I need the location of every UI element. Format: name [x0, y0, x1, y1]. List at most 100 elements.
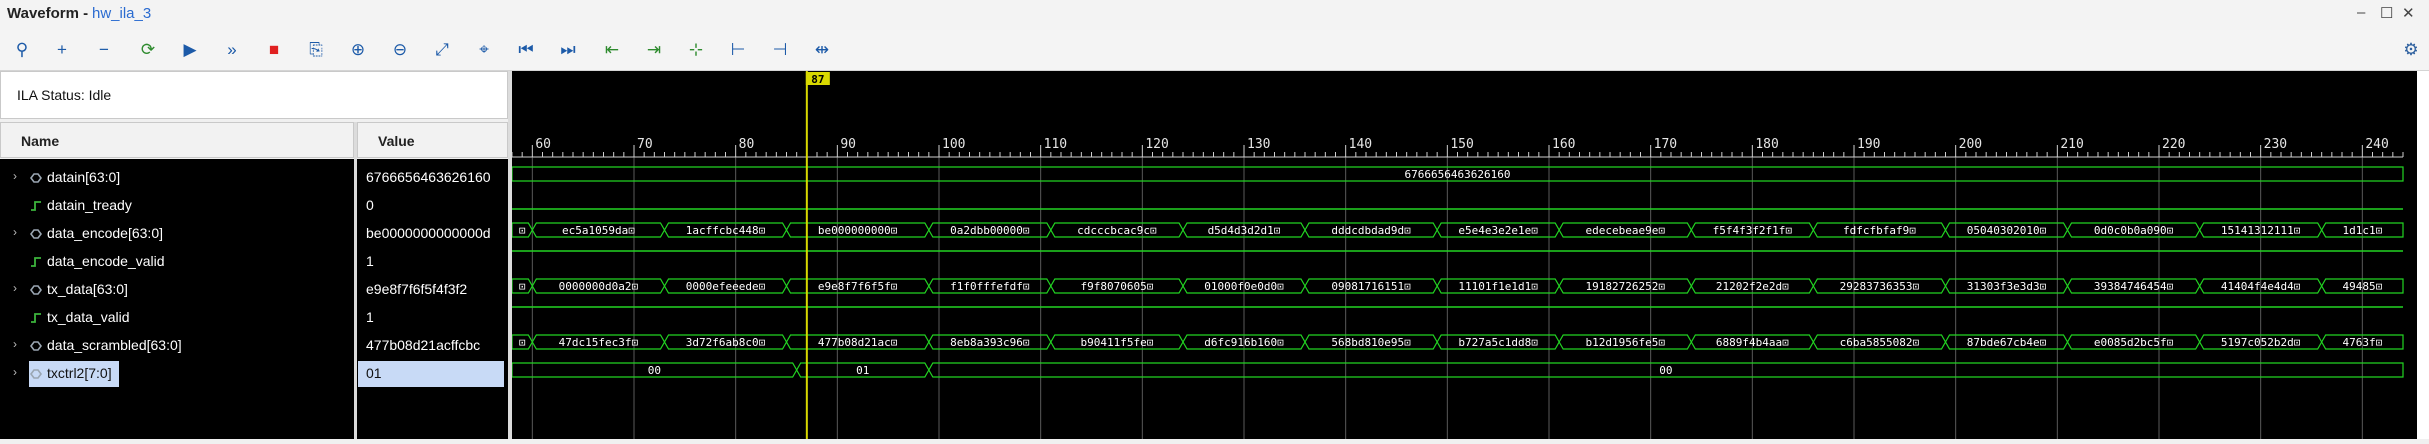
value-row[interactable]: 1: [357, 304, 508, 332]
expand-chevron-icon[interactable]: ›: [13, 225, 17, 239]
zoom-in-icon[interactable]: ⊕: [344, 36, 372, 64]
wire-signal-icon: [30, 199, 42, 211]
maximize-icon[interactable]: ☐: [2380, 4, 2393, 22]
value-row[interactable]: 477b08d21acffcbc: [357, 332, 508, 360]
signal-value: 477b08d21acffcbc: [366, 337, 481, 353]
previous-marker-icon[interactable]: ⊢: [724, 36, 752, 64]
signal-row[interactable]: tx_data_valid: [0, 304, 354, 332]
bus-value-label: 09081716151⊡: [1331, 280, 1410, 293]
time-tick-label: 190: [1857, 137, 1880, 152]
time-tick-label: 160: [1552, 137, 1575, 152]
close-icon[interactable]: ✕: [2402, 4, 2415, 22]
bus-value-label: f5f4f3f2f1f⊡: [1713, 224, 1792, 237]
next-transition-icon[interactable]: ⇥: [640, 36, 668, 64]
bus-value-label: 1acffcbc448⊡: [686, 224, 765, 237]
refresh-icon[interactable]: ⟳: [134, 36, 162, 64]
next-marker-icon[interactable]: ⊣: [766, 36, 794, 64]
bus-value-label: 8eb8a393c96⊡: [950, 336, 1029, 349]
time-tick-label: 200: [1959, 137, 1982, 152]
bus-value-label: c6ba5855082⊡: [1840, 336, 1919, 349]
window-title: Waveform -: [7, 5, 89, 22]
bus-value-label: be000000000⊡: [818, 224, 897, 237]
signal-value: 01: [366, 365, 382, 381]
gear-icon[interactable]: ⚙: [2397, 36, 2425, 64]
signal-name: data_scrambled[63:0]: [47, 337, 182, 353]
bus-value-label: f9f8070605⊡: [1080, 280, 1153, 293]
bus-value-label: 19182726252⊡: [1586, 280, 1665, 293]
remove-icon[interactable]: −: [90, 36, 118, 64]
bus-value-label: ⊡: [519, 336, 526, 349]
signal-name: tx_data[63:0]: [47, 281, 128, 297]
bus-value-label: 49485⊡: [2342, 280, 2382, 293]
expand-chevron-icon[interactable]: ›: [13, 169, 17, 183]
bus-value-label: 39384746454⊡: [2094, 280, 2173, 293]
bus-value-label: ⊡: [519, 224, 526, 237]
bus-signal-icon: [30, 227, 42, 239]
bus-value-label: 87bde67cb4e⊡: [1967, 336, 2046, 349]
name-column-header[interactable]: Name: [0, 122, 354, 158]
bus-value-label: 11101f1e1d1⊡: [1458, 280, 1537, 293]
signal-row[interactable]: › tx_data[63:0]: [0, 276, 354, 304]
value-row[interactable]: 1: [357, 248, 508, 276]
go-to-cursor-icon[interactable]: ⌖: [470, 36, 498, 64]
title-bar: Waveform - hw_ila_3 – ☐ ✕: [0, 0, 2429, 31]
zoom-fit-icon[interactable]: ⤢: [428, 36, 456, 64]
waveform-canvas[interactable]: 60 70 80 90 100 110 120 130 140 150 160 170 180 190 20…: [511, 71, 2417, 439]
value-row[interactable]: 01: [357, 360, 508, 388]
go-to-time-zero-icon[interactable]: ⏮: [512, 36, 540, 64]
signal-row[interactable]: › datain[63:0]: [0, 164, 354, 192]
run-trigger-icon[interactable]: ▶: [176, 36, 204, 64]
search-icon[interactable]: ⚲: [8, 36, 36, 64]
add-icon[interactable]: +: [48, 36, 76, 64]
signal-row[interactable]: › data_scrambled[63:0]: [0, 332, 354, 360]
waveform-toolbar: ⚲ + − ⟳ ▶ » ■ ⎘ ⊕ ⊖ ⤢ ⌖ ⏮ ⏭ ⇤ ⇥ ⊹ ⊢ ⊣ ⇹ ⚙: [0, 30, 2429, 71]
value-row[interactable]: 6766656463626160: [357, 164, 508, 192]
signal-name: datain[63:0]: [47, 169, 121, 185]
expand-chevron-icon[interactable]: ›: [13, 281, 17, 295]
bus-value-label: e5e4e3e2e1e⊡: [1458, 224, 1537, 237]
window-name-link[interactable]: hw_ila_3: [92, 5, 151, 22]
add-marker-icon[interactable]: ⊹: [682, 36, 710, 64]
zoom-out-icon[interactable]: ⊖: [386, 36, 414, 64]
time-tick-label: 100: [942, 137, 965, 152]
signal-row[interactable]: data_encode_valid: [0, 248, 354, 276]
bus-value-label: 21202f2e2d⊡: [1716, 280, 1789, 293]
export-icon[interactable]: ⎘: [302, 36, 330, 64]
signal-row[interactable]: › data_encode[63:0]: [0, 220, 354, 248]
bus-value-label: b12d1956fe5⊡: [1586, 336, 1665, 349]
bus-value-label: d5d4d3d2d1⊡: [1208, 224, 1281, 237]
bus-value-label: 00: [1659, 364, 1672, 377]
bus-value-label: 01000f0e0d0⊡: [1204, 280, 1283, 293]
time-tick-label: 150: [1450, 137, 1473, 152]
bus-value-label: b727a5c1dd8⊡: [1458, 336, 1537, 349]
go-to-last-time-icon[interactable]: ⏭: [554, 36, 582, 64]
bus-signal-icon: [30, 283, 42, 295]
signal-name: txctrl2[7:0]: [47, 365, 112, 381]
signal-row[interactable]: › txctrl2[7:0]: [0, 360, 354, 388]
swap-cursors-icon[interactable]: ⇹: [808, 36, 836, 64]
expand-chevron-icon[interactable]: ›: [13, 365, 17, 379]
waveform-svg[interactable]: 60 70 80 90 100 110 120 130 140 150 160 170 180 190 20…: [511, 71, 2417, 439]
minimize-icon[interactable]: –: [2357, 4, 2365, 21]
run-immediate-icon[interactable]: »: [218, 36, 246, 64]
bus-value-label: 4763f⊡: [2342, 336, 2382, 349]
signal-value-list: 6766656463626160 0 be0000000000000d 1 e9e8f7…: [357, 159, 508, 439]
bus-value-label: d6fc916b160⊡: [1204, 336, 1283, 349]
signal-row[interactable]: datain_tready: [0, 192, 354, 220]
bus-value-label: 15141312111⊡: [2221, 224, 2300, 237]
bus-value-label: 00: [648, 364, 661, 377]
signal-value: 0: [366, 197, 374, 213]
value-column-header[interactable]: Value: [357, 122, 508, 158]
time-tick-label: 120: [1145, 137, 1168, 152]
value-row[interactable]: 0: [357, 192, 508, 220]
signal-value: be0000000000000d: [366, 225, 491, 241]
value-row[interactable]: be0000000000000d: [357, 220, 508, 248]
bus-value-label: 0d0c0b0a090⊡: [2094, 224, 2173, 237]
previous-transition-icon[interactable]: ⇤: [598, 36, 626, 64]
stop-icon[interactable]: ■: [260, 36, 288, 64]
expand-chevron-icon[interactable]: ›: [13, 337, 17, 351]
time-tick-label: 170: [1654, 137, 1677, 152]
value-row[interactable]: e9e8f7f6f5f4f3f2: [357, 276, 508, 304]
name-column-label: Name: [21, 133, 60, 149]
time-tick-label: 70: [637, 137, 653, 152]
